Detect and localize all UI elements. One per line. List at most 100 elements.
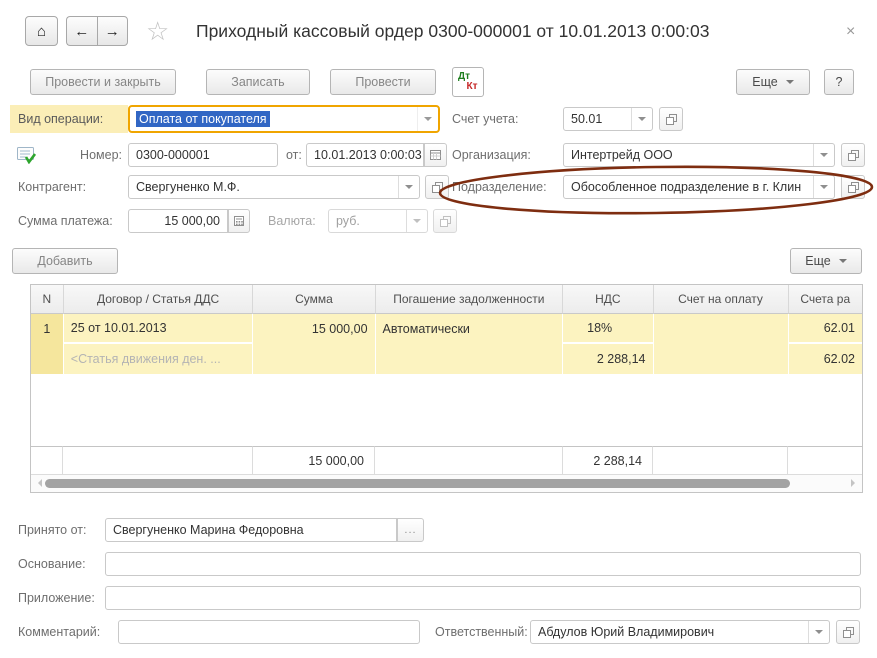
save-button[interactable]: Записать (206, 69, 310, 95)
counterparty-field[interactable]: Свергуненко М.Ф. (128, 175, 420, 199)
amount-field[interactable]: 15 000,00 (128, 209, 228, 233)
currency-open-button[interactable] (433, 209, 457, 233)
advance-account-cell[interactable]: 62.02 (789, 344, 862, 374)
vat-sum-cell[interactable]: 2 288,14 (563, 344, 652, 374)
table-totals-row: 15 000,00 2 288,14 (31, 446, 862, 474)
calendar-icon (429, 149, 442, 161)
accepted-from-label: Принято от: (18, 518, 86, 542)
open-icon (847, 181, 860, 194)
dropdown-arrow-icon[interactable] (813, 176, 834, 198)
col-header-contract[interactable]: Договор / Статья ДДС (64, 285, 254, 314)
responsible-value: Абдулов Юрий Владимирович (531, 625, 808, 639)
total-sum: 15 000,00 (253, 446, 375, 474)
dropdown-arrow-icon[interactable] (631, 108, 652, 130)
dropdown-arrow-icon[interactable] (398, 176, 419, 198)
accepted-from-field[interactable]: Свергуненко Марина Федоровна (105, 518, 397, 542)
add-row-button[interactable]: Добавить (12, 248, 118, 274)
department-open-button[interactable] (841, 175, 865, 199)
account-value: 50.01 (564, 112, 631, 126)
comment-field[interactable] (118, 620, 420, 644)
department-value: Обособленное подразделение в г. Клин (564, 180, 813, 194)
horizontal-scrollbar[interactable] (31, 474, 862, 492)
dtkt-postings-button[interactable]: Дт Кт (452, 67, 484, 97)
amount-label: Сумма платежа: (18, 209, 113, 233)
calculator-button[interactable] (228, 209, 250, 233)
calculator-icon (233, 215, 245, 227)
more-label: Еще (752, 75, 777, 89)
vat-rate-cell[interactable]: 18% (563, 314, 652, 344)
post-button[interactable]: Провести (330, 69, 436, 95)
appendix-field[interactable] (105, 586, 861, 610)
open-icon (439, 215, 452, 228)
more-button[interactable]: Еще (736, 69, 810, 95)
counterparty-label: Контрагент: (18, 175, 86, 199)
col-header-n[interactable]: N (31, 285, 64, 314)
settlement-account-cell[interactable]: 62.01 (789, 314, 862, 344)
open-icon (847, 149, 860, 162)
chevron-down-icon (786, 80, 794, 88)
table-more-button[interactable]: Еще (790, 248, 862, 274)
table-row[interactable]: 1 25 от 10.01.2013 <Статья движения ден.… (31, 314, 862, 374)
dds-article-placeholder-cell[interactable]: <Статья движения ден. ... (64, 344, 253, 374)
col-header-vat[interactable]: НДС (563, 285, 653, 314)
contract-cell[interactable]: 25 от 10.01.2013 (64, 314, 253, 344)
dropdown-arrow-icon[interactable] (808, 621, 829, 643)
invoice-cell[interactable] (654, 314, 788, 344)
account-field[interactable]: 50.01 (563, 107, 653, 131)
currency-value: руб. (329, 214, 406, 228)
home-icon: ⌂ (37, 23, 46, 40)
responsible-open-button[interactable] (836, 620, 860, 644)
appendix-label: Приложение: (18, 586, 95, 610)
col-header-invoice[interactable]: Счет на оплату (654, 285, 789, 314)
responsible-label: Ответственный: (435, 620, 528, 644)
account-open-button[interactable] (659, 107, 683, 131)
counterparty-open-button[interactable] (425, 175, 449, 199)
open-icon (431, 181, 444, 194)
sum-cell[interactable]: 15 000,00 (253, 314, 374, 344)
post-and-close-button[interactable]: Провести и закрыть (30, 69, 176, 95)
basis-field[interactable] (105, 552, 861, 576)
organization-label: Организация: (452, 143, 531, 167)
back-button[interactable]: ← (66, 16, 97, 46)
accepted-from-more-button[interactable]: ... (397, 518, 424, 542)
dropdown-arrow-icon (406, 210, 427, 232)
home-button[interactable]: ⌂ (25, 16, 58, 46)
document-posted-icon (16, 146, 36, 167)
row-number-cell[interactable]: 1 (31, 314, 63, 344)
credit-icon: Кт (466, 82, 477, 92)
col-header-accounts[interactable]: Счета ра (789, 285, 862, 314)
forward-button[interactable]: → (97, 16, 129, 46)
organization-open-button[interactable] (841, 143, 865, 167)
currency-label: Валюта: (268, 209, 316, 233)
table-empty-area[interactable] (31, 374, 862, 446)
repayment-cell[interactable]: Автоматически (376, 314, 563, 344)
col-header-sum[interactable]: Сумма (253, 285, 375, 314)
operation-type-value: Оплата от покупателя (136, 111, 270, 127)
col-header-repayment[interactable]: Погашение задолженности (376, 285, 564, 314)
back-icon: ← (74, 23, 89, 40)
help-button[interactable]: ? (824, 69, 854, 95)
basis-label: Основание: (18, 552, 86, 576)
number-label: Номер: (75, 143, 122, 167)
calendar-button[interactable] (424, 143, 447, 167)
currency-field[interactable]: руб. (328, 209, 428, 233)
table-header-row: N Договор / Статья ДДС Сумма Погашение з… (31, 285, 862, 314)
favorite-star-icon[interactable]: ☆ (146, 18, 169, 44)
number-field[interactable]: 0300-000001 (128, 143, 278, 167)
organization-field[interactable]: Интертрейд ООО (563, 143, 835, 167)
scrollbar-thumb[interactable] (45, 479, 790, 488)
operation-type-field[interactable]: Оплата от покупателя (128, 105, 440, 133)
dropdown-arrow-icon[interactable] (813, 144, 834, 166)
department-label: Подразделение: (452, 175, 547, 199)
close-icon[interactable]: × (846, 24, 855, 40)
scroll-left-icon[interactable] (34, 479, 42, 487)
history-nav: ← → (66, 16, 128, 46)
department-field[interactable]: Обособленное подразделение в г. Клин (563, 175, 835, 199)
organization-value: Интертрейд ООО (564, 148, 813, 162)
responsible-field[interactable]: Абдулов Юрий Владимирович (530, 620, 830, 644)
scroll-right-icon[interactable] (851, 479, 859, 487)
amount-value: 15 000,00 (129, 214, 227, 228)
dropdown-arrow-icon[interactable] (417, 107, 438, 131)
window-title: Приходный кассовый ордер 0300-000001 от … (196, 21, 709, 42)
date-field[interactable]: 10.01.2013 0:00:03 (306, 143, 424, 167)
